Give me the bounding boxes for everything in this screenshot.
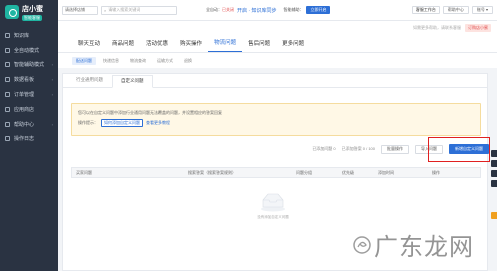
assist-icon bbox=[5, 62, 10, 68]
how-to-add-button[interactable]: 如何添加自定义问题 bbox=[101, 119, 143, 127]
column-header: 优先级 bbox=[342, 169, 354, 175]
sidebar-item-label: 数据看板 bbox=[14, 77, 35, 84]
sidebar-item-label: 全自动模式 bbox=[14, 47, 40, 54]
open-button[interactable]: 立即开启 bbox=[306, 6, 331, 14]
tab-custom-questions[interactable]: 自定义问题 bbox=[112, 75, 153, 88]
assist-label: 智能辅助： bbox=[283, 7, 304, 12]
subtab-tracking[interactable]: 物流查询 bbox=[126, 57, 150, 65]
empty-state: 没有添加自定义问题 bbox=[248, 190, 298, 220]
float-help-icon[interactable] bbox=[491, 170, 497, 177]
panel-tabs: 行业通用问题 自定义问题 bbox=[63, 74, 487, 88]
sidebar-item-orders[interactable]: 订单管理 › bbox=[0, 87, 58, 102]
sidebar-item-knowledge[interactable]: 知识库 bbox=[0, 28, 58, 43]
search-placeholder: 请输入搜索关键词 bbox=[108, 7, 141, 12]
robot-icon bbox=[5, 47, 10, 53]
sidebar-item-assist-mode[interactable]: 智能辅助模式 › bbox=[0, 58, 58, 73]
stat-questions: 已添加问题 0 bbox=[312, 146, 336, 151]
tab-product[interactable]: 商品问题 bbox=[106, 39, 140, 52]
chevron-right-icon: › bbox=[51, 121, 53, 127]
order-icon bbox=[5, 92, 10, 98]
float-feedback-icon[interactable] bbox=[491, 160, 497, 167]
help-icon bbox=[5, 121, 10, 127]
tab-promotion[interactable]: 活动优惠 bbox=[140, 39, 174, 52]
sidebar-item-label: 订单管理 bbox=[14, 92, 35, 99]
sidebar-item-label: 操作日志 bbox=[14, 136, 35, 143]
subtab-courier[interactable]: 快递信息 bbox=[99, 57, 123, 65]
sidebar-item-label: 应用商店 bbox=[14, 106, 35, 113]
notice-line: 您可以在自定义问题中添加行业通用问题无法覆盖的问题，并设置相应的答案回复 bbox=[78, 108, 474, 118]
brand-name: 店小蜜 bbox=[22, 5, 43, 13]
tab-industry-questions[interactable]: 行业通用问题 bbox=[67, 76, 112, 87]
sub-bar: 如需更多帮助，请联系客服 订购店小蜜 bbox=[58, 21, 497, 35]
highlight-box bbox=[428, 137, 490, 162]
logo-icon bbox=[5, 5, 19, 19]
column-header: 操作 bbox=[432, 169, 440, 175]
sidebar-item-label: 智能辅助模式 bbox=[14, 62, 45, 69]
auto-status: 全自动：已关闭 bbox=[206, 7, 234, 13]
subtab-delivery[interactable]: 配送问题 bbox=[72, 56, 96, 65]
book-icon bbox=[5, 32, 10, 38]
notice-text: 您可以在自定义问题中添加行业通用问题无法覆盖的问题，并设置相应的答案回复 bbox=[78, 110, 222, 115]
tab-chat[interactable]: 聊天互动 bbox=[72, 39, 106, 52]
chart-icon bbox=[5, 77, 10, 83]
notice-box: 您可以在自定义问题中添加行业通用问题无法覆盖的问题，并设置相应的答案回复 操作提… bbox=[71, 103, 481, 136]
chevron-right-icon: › bbox=[51, 77, 53, 83]
sidebar: 店小蜜 智能客服 知识库 全自动模式 智能辅助模式 › 数据看板 › 订单管理 … bbox=[0, 0, 58, 271]
sub-tabs: 配送问题 快递信息 物流查询 运输方式 退换 bbox=[58, 53, 497, 68]
sidebar-item-help[interactable]: 帮助中心 › bbox=[0, 117, 58, 132]
watermark: 广东龙网 bbox=[353, 227, 474, 262]
sidebar-item-app-store[interactable]: 应用商店 bbox=[0, 102, 58, 117]
chevron-right-icon: › bbox=[51, 92, 53, 98]
column-header[interactable]: 搜索答案（搜索答案规则） bbox=[184, 170, 292, 176]
empty-box-icon bbox=[259, 190, 287, 212]
sidebar-item-label: 帮助中心 bbox=[14, 121, 35, 128]
sidebar-item-auto-mode[interactable]: 全自动模式 bbox=[0, 43, 58, 58]
float-top-icon[interactable] bbox=[491, 180, 497, 187]
question-toolbar: 已添加问题 0 已添加答案 0 / 100 批量操作 导入问题 新增自定义问题 bbox=[71, 142, 489, 156]
questions-table: 买家问题 搜索答案（搜索答案规则） 问题分组 优先级 添加时间 操作 bbox=[71, 167, 481, 178]
workbench-button[interactable]: 客服工作台 bbox=[411, 6, 440, 14]
auto-status-label: 全自动： bbox=[206, 7, 222, 12]
subtab-return[interactable]: 退换 bbox=[180, 57, 196, 65]
top-right-actions: 客服工作台 帮助中心 账号 ▾ bbox=[411, 6, 493, 14]
notice-prefix: 操作提示： bbox=[78, 120, 98, 125]
sidebar-item-dashboard[interactable]: 数据看板 › bbox=[0, 72, 58, 87]
main-tabs: 聊天互动 商品问题 活动优惠 购买操作 物流问题 售后问题 更多问题 bbox=[58, 35, 497, 53]
sidebar-item-label: 知识库 bbox=[14, 32, 30, 39]
tab-more[interactable]: 更多问题 bbox=[276, 39, 310, 52]
subbar-text: 如需更多帮助，请联系客服 bbox=[413, 25, 461, 30]
column-header: 添加时间 bbox=[378, 169, 394, 175]
column-header: 买家问题 bbox=[76, 169, 92, 175]
table-header: 买家问题 搜索答案（搜索答案规则） 问题分组 优先级 添加时间 操作 bbox=[71, 167, 481, 178]
status-link[interactable]: 开启 · 知识库同步 bbox=[237, 7, 276, 14]
user-menu-button[interactable]: 账号 ▾ bbox=[471, 6, 493, 14]
tab-purchase[interactable]: 购买操作 bbox=[174, 39, 208, 52]
dragon-logo-icon bbox=[353, 235, 371, 254]
log-icon bbox=[5, 136, 10, 142]
search-input[interactable]: ⌕ 请输入搜索关键词 bbox=[101, 5, 177, 15]
column-header: 问题分组 bbox=[296, 169, 312, 175]
empty-text: 没有添加自定义问题 bbox=[257, 215, 289, 219]
brand-badge: 智能客服 bbox=[22, 14, 42, 21]
float-gift-icon[interactable] bbox=[491, 212, 497, 219]
shop-select[interactable]: 请选择店铺 bbox=[62, 5, 98, 15]
tutorial-link[interactable]: 查看更多教程 bbox=[146, 120, 170, 126]
search-icon: ⌕ bbox=[104, 7, 107, 13]
auto-status-value: 已关闭 bbox=[222, 7, 234, 12]
tab-logistics[interactable]: 物流问题 bbox=[208, 38, 243, 52]
top-bar: 请选择店铺 ⌕ 请输入搜索关键词 全自动：已关闭 开启 · 知识库同步 智能辅助… bbox=[58, 0, 497, 21]
brand[interactable]: 店小蜜 智能客服 bbox=[0, 0, 58, 24]
float-chat-icon[interactable] bbox=[491, 150, 497, 157]
stat-answers: 已添加答案 0 / 100 bbox=[341, 146, 375, 151]
chevron-right-icon: › bbox=[51, 62, 53, 68]
store-icon bbox=[5, 106, 10, 112]
tab-after-sales[interactable]: 售后问题 bbox=[242, 39, 276, 52]
help-center-button[interactable]: 帮助中心 bbox=[442, 6, 469, 14]
subtab-shipping[interactable]: 运输方式 bbox=[153, 57, 177, 65]
watermark-text: 广东龙网 bbox=[374, 233, 474, 261]
subscribe-button[interactable]: 订购店小蜜 bbox=[465, 24, 491, 32]
notice-line: 操作提示： 如何添加自定义问题 查看更多教程 bbox=[78, 118, 474, 128]
batch-button[interactable]: 批量操作 bbox=[381, 144, 409, 154]
sidebar-item-logs[interactable]: 操作日志 bbox=[0, 132, 58, 147]
